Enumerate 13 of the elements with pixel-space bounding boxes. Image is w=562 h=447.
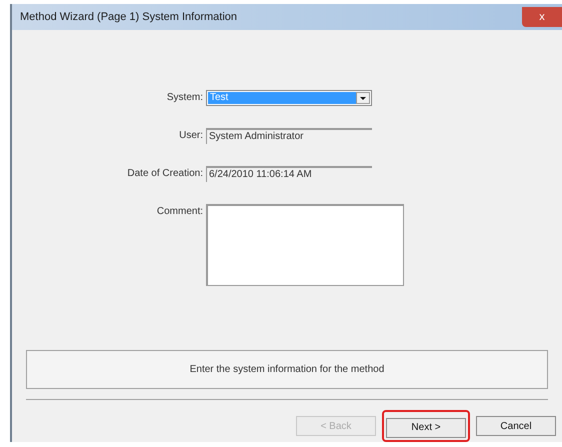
field-label: Comment:	[156, 204, 204, 219]
wizard-button[interactable]: Next >	[386, 418, 466, 438]
readonly-field: System Administrator	[206, 128, 372, 144]
field-label: System:	[166, 90, 204, 105]
window-title: Method Wizard (Page 1) System Information	[20, 10, 238, 25]
close-button[interactable]: x	[522, 6, 562, 27]
hint-text: Enter the system information for the method	[190, 362, 384, 377]
wizard-button[interactable]: Cancel	[476, 416, 556, 436]
comment-field[interactable]	[206, 204, 404, 286]
field-label: Date of Creation:	[126, 166, 204, 181]
readonly-field: 6/24/2010 11:06:14 AM	[206, 166, 372, 182]
field-label: User:	[178, 128, 204, 143]
system-dropdown[interactable]: Test	[206, 90, 372, 106]
